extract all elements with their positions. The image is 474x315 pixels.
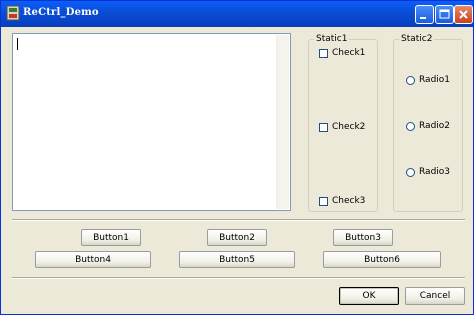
group-static2: Static2 Radio1 Radio2 Radio3	[393, 33, 463, 212]
button5[interactable]: Button5	[179, 251, 295, 268]
radio-label: Radio2	[419, 121, 451, 131]
radio-label: Radio3	[419, 167, 451, 177]
radio-label: Radio1	[419, 75, 451, 85]
divider	[12, 277, 465, 279]
button3[interactable]: Button3	[333, 229, 393, 246]
radio-radio3[interactable]: Radio3	[406, 167, 450, 177]
button2[interactable]: Button2	[207, 229, 267, 246]
window-title: ReCtrl_Demo	[23, 7, 99, 18]
divider	[12, 219, 465, 221]
title-bar[interactable]: ReCtrl_Demo	[1, 1, 473, 27]
group-static1-label: Static1	[314, 33, 350, 45]
minimize-icon	[420, 17, 426, 19]
radio-radio1[interactable]: Radio1	[406, 75, 450, 85]
checkbox-check3[interactable]: Check3	[319, 196, 365, 206]
checkbox-label: Check1	[332, 48, 366, 58]
group-static1: Static1 Check1 Check2 Check3	[308, 33, 378, 212]
button4[interactable]: Button4	[35, 251, 151, 268]
checkbox-box[interactable]	[319, 48, 328, 58]
vertical-scrollbar[interactable]	[276, 35, 289, 209]
checkbox-label: Check2	[332, 122, 366, 132]
close-icon	[459, 10, 468, 19]
button6[interactable]: Button6	[323, 251, 441, 268]
maximize-icon	[439, 9, 450, 19]
checkbox-check2[interactable]: Check2	[319, 122, 365, 132]
button1[interactable]: Button1	[81, 229, 141, 246]
radio-circle[interactable]	[406, 75, 415, 85]
close-button[interactable]	[454, 5, 473, 24]
minimize-button[interactable]	[415, 5, 434, 24]
cancel-button[interactable]: Cancel	[405, 287, 465, 305]
radio-circle[interactable]	[406, 121, 415, 131]
maximize-button[interactable]	[435, 5, 454, 24]
app-icon	[6, 5, 20, 21]
text-edit-area[interactable]	[12, 33, 291, 211]
checkbox-check1[interactable]: Check1	[319, 48, 365, 58]
ok-button[interactable]: OK	[339, 287, 399, 305]
checkbox-box[interactable]	[319, 122, 328, 132]
checkbox-label: Check3	[332, 196, 366, 206]
radio-radio2[interactable]: Radio2	[406, 121, 450, 131]
group-static2-label: Static2	[399, 33, 435, 45]
app-window: ReCtrl_Demo Static1 Check1 Check2 Check3	[0, 0, 474, 315]
checkbox-box[interactable]	[319, 196, 328, 206]
text-caret	[17, 38, 18, 50]
radio-circle[interactable]	[406, 167, 415, 177]
